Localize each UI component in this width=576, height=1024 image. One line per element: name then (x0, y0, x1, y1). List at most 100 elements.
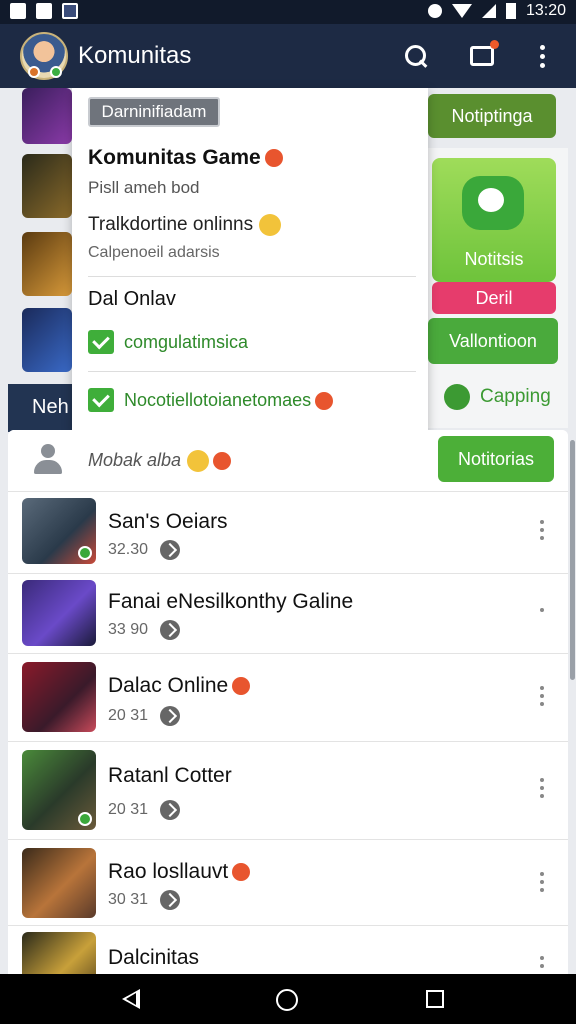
online-status-icon (50, 66, 62, 78)
list-item[interactable]: Dalac Online 20 31 (8, 654, 568, 742)
item-more-icon[interactable] (540, 686, 544, 706)
item-meta: 30 31 (108, 890, 181, 910)
back-icon[interactable] (122, 989, 140, 1009)
side-panel: Notitsis Deril Vallontioon Capping (424, 148, 568, 428)
notification-icon (10, 3, 26, 19)
game-thumbnail (22, 750, 96, 830)
game-list-card: Mobak alba Notitorias San's Oeiars 32.30… (8, 430, 568, 974)
heart-icon (232, 863, 251, 882)
checkbox-checked-icon[interactable] (88, 388, 114, 412)
game-thumbnail[interactable] (22, 308, 72, 372)
chat-icon (462, 176, 524, 230)
verified-icon (78, 812, 92, 826)
app-screen: 13:20 Komunitas Notiptinga Notitsis Deri… (0, 0, 576, 1024)
item-meta: 20 31 (108, 706, 181, 726)
status-right-icons: 13:20 (427, 2, 566, 20)
checkbox-label: comgulatimsica (124, 331, 249, 352)
notifications-button[interactable]: Notiptinga (428, 94, 556, 138)
heart-icon (264, 149, 283, 168)
game-thumbnail[interactable] (22, 232, 72, 296)
popup-section-title: Dal Onlav (88, 288, 176, 310)
item-meta: 33 90 (108, 620, 181, 640)
game-thumbnail (22, 932, 96, 974)
more-options-button[interactable] (522, 36, 562, 76)
system-nav-bar (0, 974, 576, 1024)
cast-icon (470, 40, 499, 66)
popup-chip[interactable]: Darninifiadam (88, 97, 220, 127)
item-title: San's Oeiars (108, 510, 228, 533)
item-more-icon[interactable] (540, 778, 544, 798)
verified-icon (78, 546, 92, 560)
status-time: 13:20 (525, 2, 566, 19)
game-thumbnail (22, 662, 96, 732)
item-title: Dalac Online (108, 674, 251, 698)
game-thumbnail[interactable] (22, 154, 72, 218)
item-title: Dalcinitas (108, 946, 200, 969)
heart-icon (213, 452, 232, 471)
status-icon (160, 890, 181, 910)
list-item[interactable]: Rao losllauvt 30 31 (8, 840, 568, 926)
more-icon (539, 44, 545, 68)
recent-apps-icon[interactable] (426, 990, 444, 1008)
capping-label: Capping (480, 386, 551, 407)
list-item[interactable]: Fanai eNesilkonthy Galine 33 90 (8, 574, 568, 654)
status-bar: 13:20 (0, 0, 576, 24)
list-item[interactable]: Dalcinitas (8, 926, 568, 974)
avatar-badge-icon (28, 66, 40, 78)
item-title: Fanai eNesilkonthy Galine (108, 590, 354, 613)
notifications-button[interactable]: Notitorias (438, 436, 554, 482)
user-icon (32, 444, 64, 478)
search-row: Mobak alba Notitorias (8, 430, 568, 492)
search-icon (405, 45, 427, 67)
status-icon (160, 620, 181, 640)
game-thumbnail (22, 580, 96, 646)
detail-button[interactable]: Deril (432, 282, 556, 314)
heart-icon (315, 391, 334, 410)
emoji-icon (187, 450, 210, 473)
popup-line-sub: Calpenoeil adarsis (88, 244, 220, 261)
item-more-icon[interactable] (540, 956, 544, 968)
list-item[interactable]: Ratanl Cotter 20 31 (8, 742, 568, 840)
item-more-icon[interactable] (540, 872, 544, 892)
heart-icon (232, 677, 251, 696)
status-icon (160, 540, 181, 560)
validation-button[interactable]: Vallontioon (428, 318, 558, 364)
home-icon[interactable] (276, 989, 298, 1011)
chat-tile[interactable]: Notitsis (432, 158, 556, 282)
item-meta: 20 31 (108, 800, 181, 820)
popup-line: Tralkdortine onlinns (88, 214, 282, 236)
chat-tile-label: Notitsis (464, 249, 524, 269)
community-popup: Darninifiadam Komunitas Game Pisll ameh … (72, 88, 428, 432)
app-title: Komunitas (78, 42, 192, 69)
item-title: Ratanl Cotter (108, 764, 232, 787)
alarm-icon (427, 4, 442, 18)
popup-title: Komunitas Game (88, 146, 283, 170)
capping-link[interactable]: Capping (444, 384, 551, 410)
cast-button[interactable] (462, 36, 502, 76)
checkbox-row[interactable]: comgulatimsica (88, 330, 248, 354)
checkbox-checked-icon[interactable] (88, 330, 114, 354)
item-meta: 32.30 (108, 540, 181, 560)
battery-icon (505, 3, 516, 19)
avatar[interactable] (20, 32, 68, 80)
popup-subtitle: Pisll ameh bod (88, 178, 200, 197)
wifi-icon (451, 4, 472, 18)
signal-icon (481, 4, 496, 18)
status-icon (160, 706, 181, 726)
divider (88, 371, 416, 372)
search-text[interactable]: Mobak alba (88, 450, 232, 473)
image-icon (36, 3, 52, 19)
item-more-icon[interactable] (540, 520, 544, 540)
app-notification-icon (62, 3, 78, 19)
scrollbar[interactable] (570, 440, 575, 680)
item-more-icon[interactable] (540, 608, 544, 612)
capping-icon (444, 384, 470, 410)
game-thumbnail[interactable] (22, 88, 72, 144)
status-icon (160, 800, 181, 820)
checkbox-row[interactable]: Nocotiellotoianetomaes (88, 388, 334, 412)
divider (88, 276, 416, 277)
item-title: Rao losllauvt (108, 860, 251, 884)
game-thumbnail (22, 498, 96, 564)
list-item[interactable]: San's Oeiars 32.30 (8, 492, 568, 574)
search-button[interactable] (396, 36, 436, 76)
